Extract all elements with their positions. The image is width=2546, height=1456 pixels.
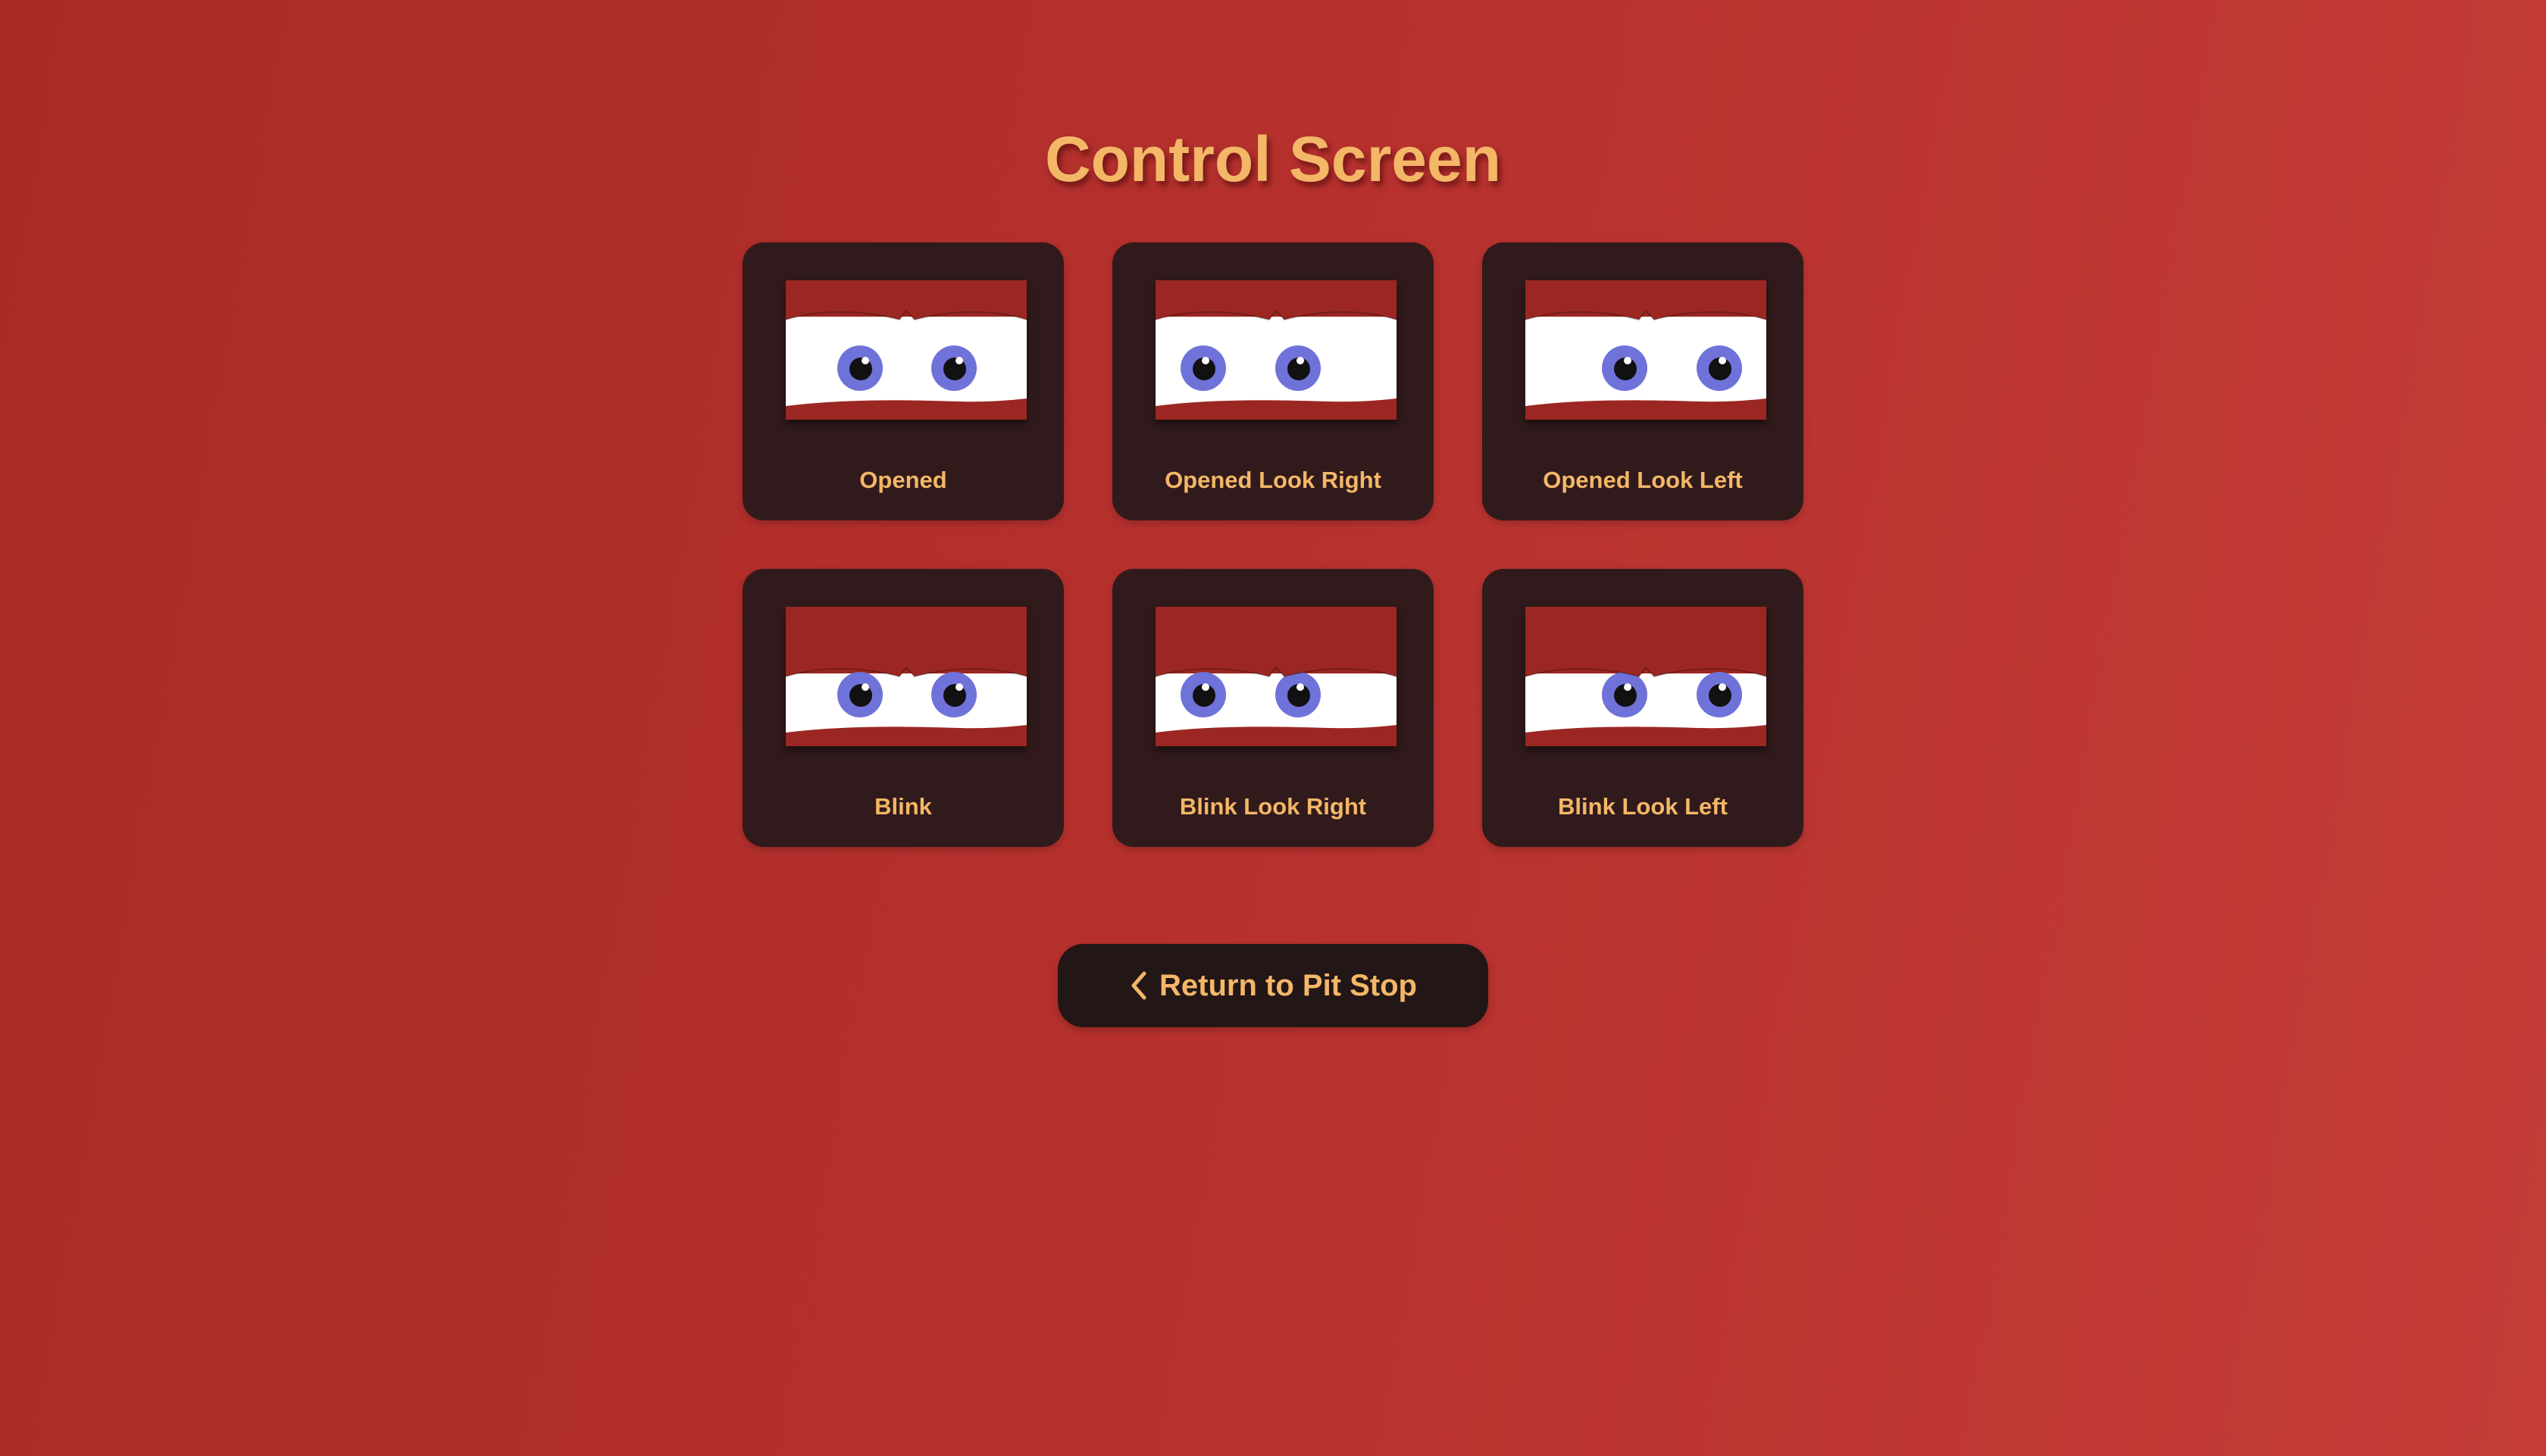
chevron-left-icon <box>1131 971 1146 1000</box>
eyes-preview-icon <box>1525 607 1766 746</box>
return-to-pit-stop-button[interactable]: Return to Pit Stop <box>1058 944 1488 1027</box>
card-label: Opened Look Right <box>1165 467 1381 493</box>
eye-card-opened[interactable]: Opened <box>743 242 1064 520</box>
eyes-preview-icon <box>1156 280 1397 420</box>
card-label: Blink Look Right <box>1179 793 1367 820</box>
eye-card-opened-look-left[interactable]: Opened Look Left <box>1482 242 1803 520</box>
eye-card-blink-look-right[interactable]: Blink Look Right <box>1112 569 1434 847</box>
eye-card-blink[interactable]: Blink <box>743 569 1064 847</box>
card-label: Blink Look Left <box>1558 793 1728 820</box>
eyes-preview-icon <box>1525 280 1766 420</box>
eyes-preview-icon <box>786 280 1027 420</box>
card-label: Blink <box>874 793 932 820</box>
return-button-label: Return to Pit Stop <box>1159 968 1417 1002</box>
eye-state-grid: Opened Opened Look Right Opened Look Lef… <box>743 242 1803 847</box>
card-label: Opened Look Left <box>1543 467 1743 493</box>
page-title: Control Screen <box>1044 123 1502 195</box>
eyes-preview-icon <box>1156 607 1397 746</box>
eyes-preview-icon <box>786 607 1027 746</box>
eye-card-opened-look-right[interactable]: Opened Look Right <box>1112 242 1434 520</box>
card-label: Opened <box>859 467 947 493</box>
eye-card-blink-look-left[interactable]: Blink Look Left <box>1482 569 1803 847</box>
